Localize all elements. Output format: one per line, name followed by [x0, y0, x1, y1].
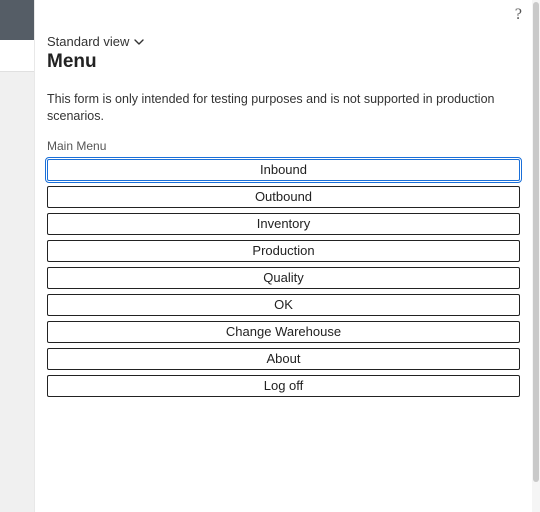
form-description: This form is only intended for testing p…: [47, 91, 507, 125]
nav-rail-light: [0, 40, 34, 72]
menu-item-outbound[interactable]: Outbound: [47, 186, 520, 208]
menu-item-production[interactable]: Production: [47, 240, 520, 262]
nav-rail-dark: [0, 0, 34, 40]
menu-item-inventory[interactable]: Inventory: [47, 213, 520, 235]
menu-item-quality[interactable]: Quality: [47, 267, 520, 289]
menu-item-about[interactable]: About: [47, 348, 520, 370]
menu-list: Inbound Outbound Inventory Production Qu…: [47, 159, 520, 397]
menu-item-change-warehouse[interactable]: Change Warehouse: [47, 321, 520, 343]
menu-item-inbound[interactable]: Inbound: [47, 159, 520, 181]
scrollbar-track[interactable]: [532, 0, 540, 512]
main-panel: ? Standard view Menu This form is only i…: [34, 0, 532, 512]
view-selector-label: Standard view: [47, 34, 129, 49]
page-title: Menu: [47, 51, 520, 73]
chevron-down-icon: [133, 36, 145, 48]
menu-item-ok[interactable]: OK: [47, 294, 520, 316]
help-icon[interactable]: ?: [515, 6, 522, 24]
scrollbar-thumb[interactable]: [533, 2, 539, 482]
menu-item-log-off[interactable]: Log off: [47, 375, 520, 397]
section-label: Main Menu: [47, 139, 520, 153]
view-selector[interactable]: Standard view: [47, 34, 145, 49]
app-window: ? Standard view Menu This form is only i…: [0, 0, 540, 512]
